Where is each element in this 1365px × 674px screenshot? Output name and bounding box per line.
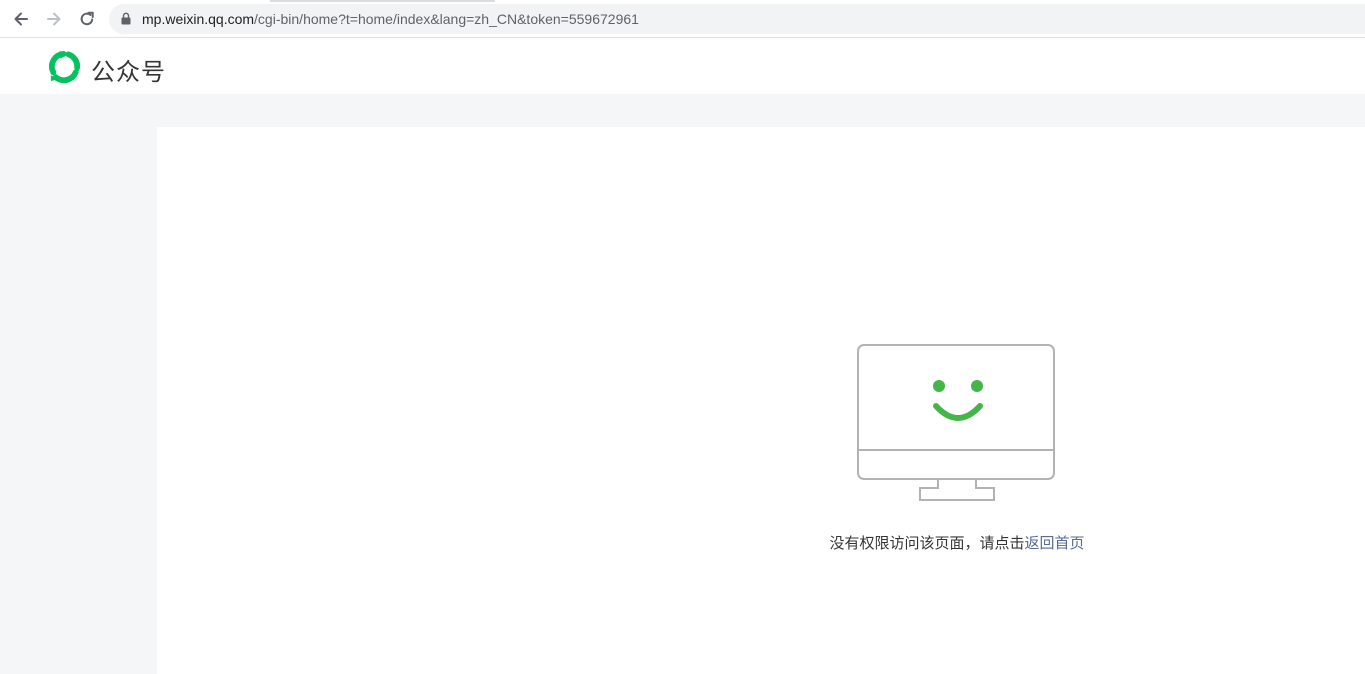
url-text: mp.weixin.qq.com/cgi-bin/home?t=home/ind… [142,11,639,27]
error-message: 没有权限访问该页面，请点击返回首页 [757,532,1157,553]
address-bar[interactable]: mp.weixin.qq.com/cgi-bin/home?t=home/ind… [109,4,1365,34]
site-header: 公众号 [0,38,1365,94]
monitor-smile-icon [857,344,1055,501]
url-path: /cgi-bin/home?t=home/index&lang=zh_CN&to… [254,11,639,27]
arrow-right-icon [47,12,61,26]
browser-toolbar: mp.weixin.qq.com/cgi-bin/home?t=home/ind… [0,0,1365,38]
logo-text[interactable]: 公众号 [91,52,166,87]
arrow-left-icon [14,12,28,26]
reload-icon [80,11,94,26]
back-button[interactable] [9,7,33,31]
error-text: 没有权限访问该页面，请点击 [829,534,1025,552]
forward-button[interactable] [42,7,66,31]
wechat-mp-logo-icon[interactable] [47,49,82,84]
back-home-link[interactable]: 返回首页 [1025,534,1085,552]
reload-button[interactable] [75,7,99,31]
tab-indicator [270,0,495,2]
lock-icon [121,12,131,25]
content-panel [157,127,1365,674]
url-host: mp.weixin.qq.com [142,11,255,27]
